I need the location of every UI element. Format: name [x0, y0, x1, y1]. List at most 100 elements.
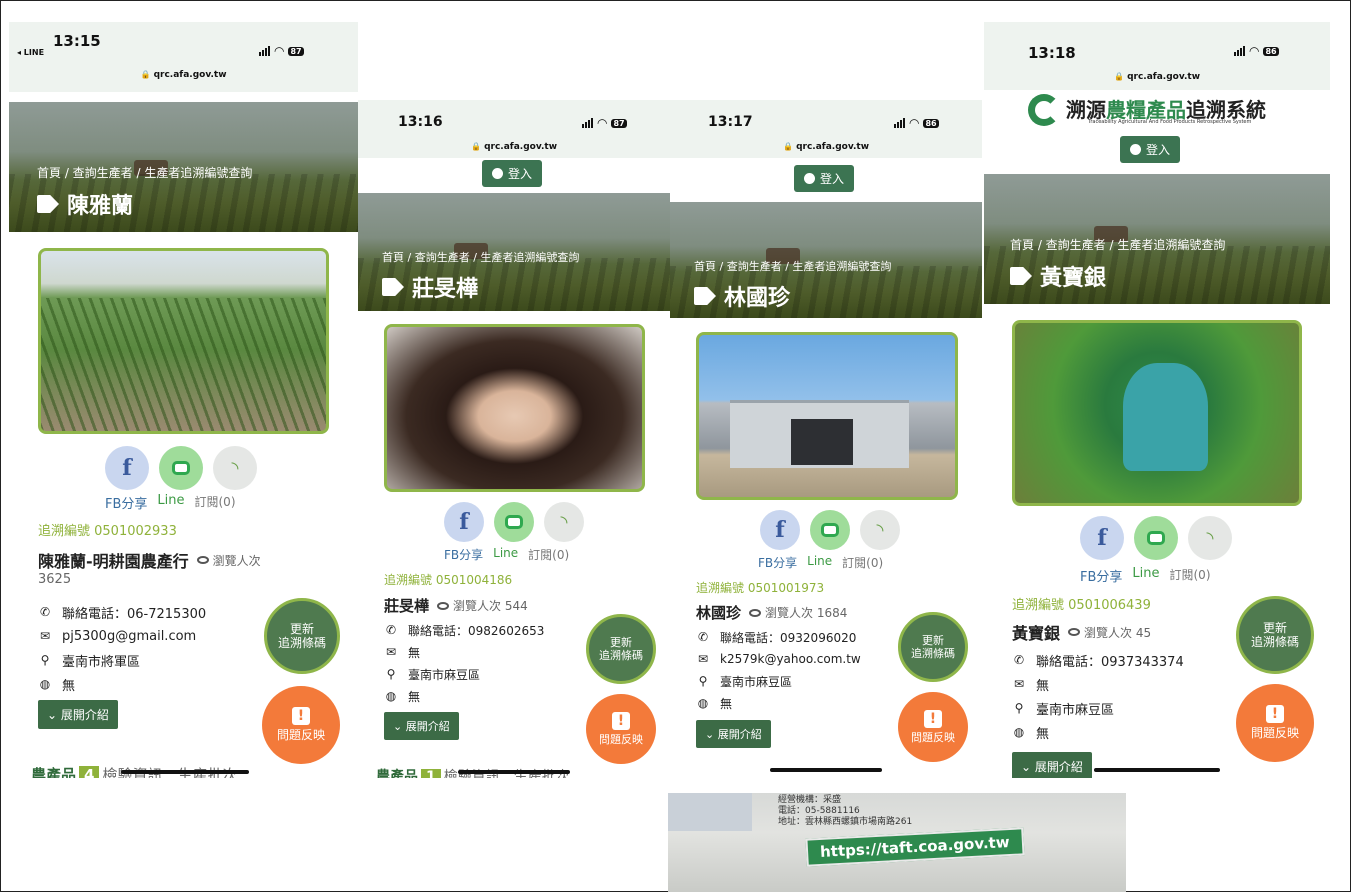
expand-intro-button[interactable]: ⌄ 展開介紹 [38, 700, 118, 729]
globe-icon: ◍ [697, 696, 709, 710]
phone-label: 聯絡電話： [62, 606, 128, 622]
report-issue-button[interactable]: ! 問題反映 [898, 692, 968, 762]
share-labels: FB分享 Line 訂閱(0) [1080, 566, 1211, 585]
line-share-label[interactable]: Line [493, 546, 518, 563]
phone-value[interactable]: 0982602653 [468, 624, 544, 638]
url-text: qrc.afa.gov.tw [153, 70, 227, 80]
line-share-label[interactable]: Line [1132, 566, 1159, 585]
line-share-button[interactable] [1134, 516, 1178, 560]
facebook-share-button[interactable]: f [105, 446, 149, 490]
view-count: 瀏覽人次 45 [1068, 624, 1151, 641]
website-value: 無 [1036, 726, 1050, 742]
update-trace-code-button[interactable]: 更新 追溯條碼 [264, 598, 340, 674]
lock-icon: 🔒 [782, 142, 793, 151]
report-issue-button[interactable]: ! 問題反映 [586, 694, 656, 764]
status-time: 13:15 [53, 32, 101, 50]
subscribe-button[interactable]: ◝ [860, 510, 900, 550]
view-count: 瀏覽人次 [196, 552, 261, 569]
user-icon [492, 168, 503, 179]
phone-value[interactable]: 0932096020 [780, 631, 856, 645]
fb-share-label[interactable]: FB分享 [758, 554, 797, 571]
update-trace-code-button[interactable]: 更新 追溯條碼 [898, 612, 968, 682]
fb-share-label[interactable]: FB分享 [444, 546, 483, 563]
fb-share-label[interactable]: FB分享 [1080, 566, 1122, 585]
line-share-button[interactable] [494, 502, 534, 542]
subscribe-button[interactable]: ◝ [1188, 516, 1232, 560]
subscribe-label[interactable]: 訂閱(0) [1170, 566, 1211, 585]
tag-icon [382, 278, 404, 296]
login-label: 登入 [508, 167, 533, 181]
expand-intro-button[interactable]: ⌄ 展開介紹 [696, 720, 771, 748]
producer-photo [696, 332, 958, 500]
producer-title: 黃寶銀 [1010, 260, 1106, 292]
home-indicator [1094, 768, 1220, 772]
address-value: 臺南市麻豆區 [1036, 702, 1115, 718]
eye-icon [749, 608, 762, 617]
farm-name-row: 莊旻樺 瀏覽人次 544 [384, 595, 528, 616]
site-logo[interactable]: 溯源農糧產品追溯系統 Traceability Agricultural And… [1028, 92, 1288, 132]
address-bar[interactable]: 🔒 qrc.afa.gov.tw [670, 142, 982, 152]
label-line-2: 電話：05-5881116 [778, 805, 860, 816]
status-bar: 13:15 ◂ LINE ◠ 87 🔒 qrc.afa.gov.tw [9, 22, 358, 92]
line-icon [505, 515, 523, 529]
subscribe-label[interactable]: 訂閱(0) [528, 546, 569, 563]
expand-intro-button[interactable]: ⌄ 展開介紹 [1012, 752, 1092, 778]
products-count-badge: 1 [421, 769, 441, 778]
update-trace-code-button[interactable]: 更新 追溯條碼 [586, 614, 656, 684]
facebook-share-button[interactable]: f [444, 502, 484, 542]
user-icon [804, 173, 815, 184]
map-pin-icon: ⚲ [698, 674, 708, 688]
phone-value[interactable]: 06-7215300 [127, 607, 206, 622]
share-labels: FB分享 Line 訂閱(0) [758, 554, 883, 571]
login-button[interactable]: 登入 [482, 160, 543, 187]
subscribe-label[interactable]: 訂閱(0) [842, 554, 883, 571]
update-label-2: 追溯條碼 [277, 636, 326, 650]
breadcrumb[interactable]: 首頁 / 查詢生產者 / 生產者追溯編號查詢 [694, 258, 891, 274]
farm-name: 黃寶銀 [1012, 624, 1061, 643]
back-to-line-link[interactable]: ◂ LINE [17, 48, 44, 57]
login-button[interactable]: 登入 [1120, 136, 1181, 163]
address-bar[interactable]: 🔒 qrc.afa.gov.tw [358, 142, 670, 152]
screen-3: 13:17 ◠ 86 🔒 qrc.afa.gov.tw 登入 首頁 / 查詢生產… [670, 100, 982, 772]
status-icons: ◠ 87 [582, 116, 627, 130]
producer-photo [1012, 320, 1302, 506]
url-text: qrc.afa.gov.tw [1127, 72, 1201, 82]
line-share-button[interactable] [810, 510, 850, 550]
phone-value[interactable]: 0937343374 [1101, 655, 1184, 670]
login-button[interactable]: 登入 [794, 165, 855, 192]
facebook-share-button[interactable]: f [760, 510, 800, 550]
update-trace-code-button[interactable]: 更新 追溯條碼 [1236, 596, 1314, 674]
address-bar[interactable]: 🔒 qrc.afa.gov.tw [9, 70, 358, 80]
email-value[interactable]: pj5300g@gmail.com [62, 629, 196, 644]
subscribe-button[interactable]: ◝ [213, 446, 257, 490]
farm-name-row: 林國珍 瀏覽人次 1684 [696, 602, 847, 623]
expand-intro-button[interactable]: ⌄ 展開介紹 [384, 712, 459, 740]
subscribe-button[interactable]: ◝ [544, 502, 584, 542]
status-bar: 13:18 ◠ 86 🔒 qrc.afa.gov.tw [984, 22, 1330, 90]
email-value[interactable]: k2579k@yahoo.com.tw [720, 652, 861, 666]
producer-name: 林國珍 [724, 286, 791, 311]
breadcrumb[interactable]: 首頁 / 查詢生產者 / 生產者追溯編號查詢 [1010, 236, 1225, 253]
report-issue-button[interactable]: ! 問題反映 [262, 686, 340, 764]
update-label-2: 追溯條碼 [911, 647, 955, 660]
facebook-share-button[interactable]: f [1080, 516, 1124, 560]
address-bar[interactable]: 🔒 qrc.afa.gov.tw [984, 72, 1330, 82]
breadcrumb[interactable]: 首頁 / 查詢生產者 / 生產者追溯編號查詢 [382, 249, 579, 265]
battery-icon: 87 [611, 118, 627, 128]
globe-icon: ◍ [39, 677, 51, 691]
tag-icon [694, 287, 716, 305]
report-issue-button[interactable]: ! 問題反映 [1236, 684, 1314, 762]
home-indicator [121, 770, 249, 774]
update-label-1: 更新 [289, 621, 314, 636]
alert-icon: ! [924, 709, 942, 728]
fb-share-label[interactable]: FB分享 [105, 493, 147, 512]
breadcrumb[interactable]: 首頁 / 查詢生產者 / 生產者追溯編號查詢 [37, 164, 252, 181]
line-share-label[interactable]: Line [157, 493, 184, 512]
subscribe-label[interactable]: 訂閱(0) [195, 493, 236, 512]
update-label-2: 追溯條碼 [599, 649, 643, 662]
email-value: 無 [408, 645, 421, 660]
rss-icon: ◝ [560, 511, 568, 533]
hero-banner: 首頁 / 查詢生產者 / 生產者追溯編號查詢 莊旻樺 [358, 193, 670, 311]
line-share-label[interactable]: Line [807, 554, 832, 571]
line-share-button[interactable] [159, 446, 203, 490]
